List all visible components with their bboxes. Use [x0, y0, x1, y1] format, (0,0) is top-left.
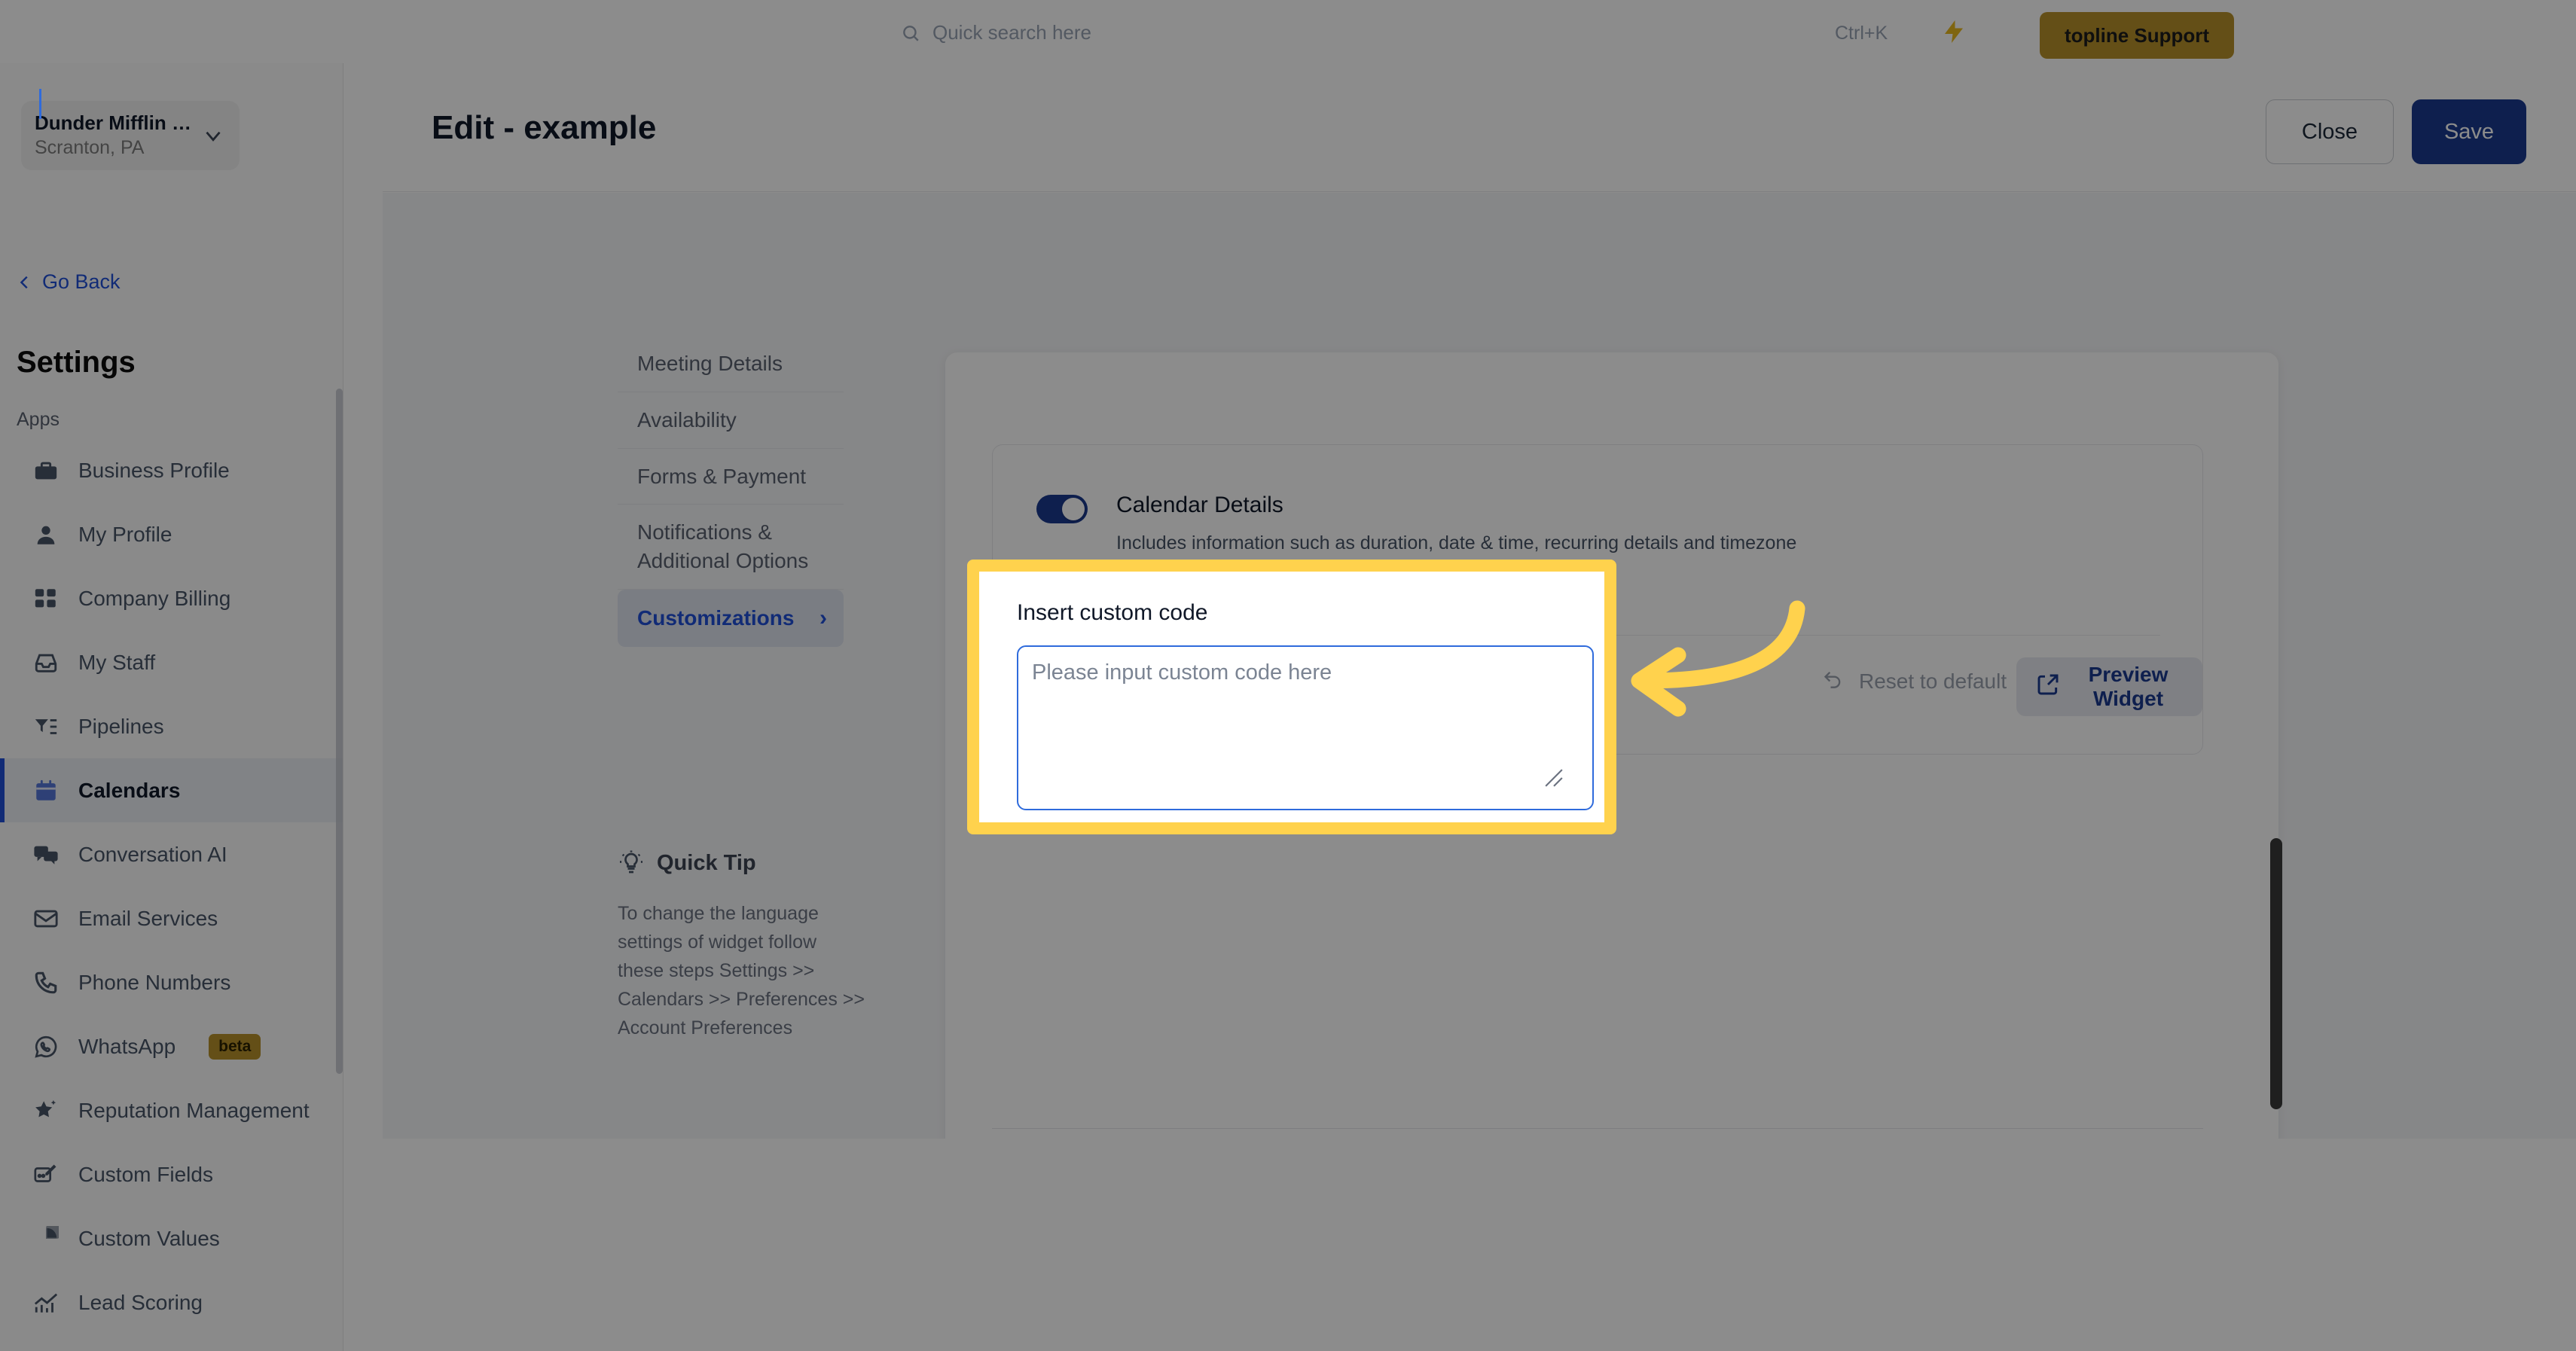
page-title: Settings — [17, 346, 136, 379]
chevron-down-icon — [200, 123, 226, 148]
sidebar-item-label: Custom Fields — [78, 1162, 213, 1186]
calendar-icon — [33, 778, 59, 804]
panel-scrollbar[interactable] — [2270, 838, 2282, 1109]
go-back-label: Go Back — [42, 270, 121, 293]
calendar-details-title: Calendar Details — [1116, 493, 1283, 517]
calendar-details-row: Calendar Details Includes information su… — [1036, 492, 1796, 556]
preview-label: Preview Widget — [2088, 663, 2169, 710]
sidebar-item-label: My Profile — [78, 522, 172, 546]
sidebar-item-label: Company Billing — [78, 586, 231, 610]
sidebar-item-business-profile[interactable]: Business Profile — [0, 438, 343, 502]
briefcase-icon — [33, 458, 59, 483]
top-app-bar: Quick search here Ctrl+K topline Support — [0, 0, 2576, 72]
org-name: Dunder Mifflin [D... — [35, 112, 197, 135]
custom-code-textarea[interactable] — [1017, 645, 1594, 810]
org-location: Scranton, PA — [35, 136, 145, 158]
sidebar-item-label: WhatsApp — [78, 1034, 176, 1058]
app-root: Quick search here Ctrl+K topline Support… — [0, 0, 2576, 1351]
tab-customizations[interactable]: Customizations › — [618, 589, 844, 648]
go-back-link[interactable]: Go Back — [17, 270, 121, 294]
sidebar-item-custom-fields[interactable]: Custom Fields — [0, 1142, 343, 1206]
sidebar-item-custom-values[interactable]: Custom Values — [0, 1206, 343, 1270]
sidebar-item-lead-scoring[interactable]: Lead Scoring — [0, 1270, 343, 1334]
inbox-icon — [33, 650, 59, 676]
sidebar-item-label: Business Profile — [78, 458, 230, 482]
sidebar-item-phone-numbers[interactable]: Phone Numbers — [0, 950, 343, 1014]
tab-meeting-details[interactable]: Meeting Details — [618, 336, 844, 392]
sidebar-nav-list: Business Profile My Profile Company Bill… — [0, 438, 343, 1351]
search-icon — [901, 23, 920, 43]
org-switcher[interactable]: Dunder Mifflin [D... Scranton, PA — [21, 101, 240, 170]
sidebar-item-label: Custom Values — [78, 1226, 220, 1250]
quick-tip-body: To change the language settings of widge… — [618, 903, 865, 1038]
search-shortcut-hint: Ctrl+K — [1835, 23, 1888, 44]
calendar-details-subtitle: Includes information such as duration, d… — [1116, 532, 1797, 554]
quick-tip-title: Quick Tip — [657, 850, 756, 875]
sidebar-item-label: Lead Scoring — [78, 1290, 203, 1314]
reset-to-default-button[interactable]: Reset to default — [1821, 668, 2007, 694]
sidebar-item-label: Pipelines — [78, 714, 164, 738]
sidebar-item-my-profile[interactable]: My Profile — [0, 502, 343, 566]
phone-icon — [33, 970, 59, 996]
org-switcher-text: Dunder Mifflin [D... Scranton, PA — [35, 112, 197, 159]
chart-line-icon — [33, 1290, 59, 1316]
tab-notifications-additional-options[interactable]: Notifications & Additional Options — [618, 505, 844, 590]
text-cursor-icon — [39, 89, 41, 119]
insert-custom-code-label: Insert custom code — [1017, 600, 1208, 625]
envelope-icon — [33, 906, 59, 932]
sidebar-scrollbar[interactable] — [336, 389, 343, 1074]
quick-tip-header: Quick Tip — [618, 849, 866, 877]
editor-tab-rail: Meeting Details Availability Forms & Pay… — [618, 336, 844, 648]
topline-support-button[interactable]: topline Support — [2040, 12, 2234, 59]
status-badge: beta — [209, 1033, 261, 1060]
chevron-right-icon: › — [819, 605, 827, 630]
sidebar-item-label: Phone Numbers — [78, 970, 231, 994]
calendar-details-text: Calendar Details Includes information su… — [1116, 492, 1796, 556]
external-link-icon — [2036, 672, 2060, 702]
edit-field-icon — [33, 1162, 59, 1188]
sidebar-item-label: Conversation AI — [78, 842, 227, 866]
insert-custom-code-highlight: Insert custom code — [967, 560, 1616, 834]
lightning-bolt-icon[interactable] — [1940, 17, 1967, 47]
editor-header: Edit - example Close Save — [383, 72, 2576, 192]
user-icon — [33, 522, 59, 547]
pie-chart-icon — [33, 1219, 66, 1252]
sidebar-item-calendars[interactable]: Calendars — [0, 758, 343, 822]
sidebar-item-label: Reputation Management — [78, 1098, 310, 1122]
tab-forms-payment[interactable]: Forms & Payment — [618, 449, 844, 505]
reset-label: Reset to default — [1859, 669, 2007, 693]
sidebar-item-label: My Staff — [78, 650, 156, 674]
whatsapp-icon — [33, 1034, 59, 1060]
tab-label: Customizations — [637, 606, 795, 630]
sidebar-item-reputation-management[interactable]: Reputation Management — [0, 1078, 343, 1142]
page-bottom-strip — [383, 1139, 2576, 1351]
close-button[interactable]: Close — [2266, 99, 2394, 164]
sidebar-item-pipelines[interactable]: Pipelines — [0, 694, 343, 758]
sidebar-item-company-billing[interactable]: Company Billing — [0, 566, 343, 630]
sidebar-item-domains[interactable]: Domains — [0, 1334, 343, 1351]
settings-sidebar: Dunder Mifflin [D... Scranton, PA Go Bac… — [0, 63, 343, 1351]
sidebar-item-email-services[interactable]: Email Services — [0, 886, 343, 950]
sidebar-item-label: Email Services — [78, 906, 218, 930]
calendar-details-toggle[interactable] — [1036, 495, 1088, 523]
filter-list-icon — [33, 714, 59, 740]
sidebar-group-label: Apps — [17, 409, 60, 430]
quick-tip: Quick Tip To change the language setting… — [618, 849, 866, 1042]
tab-availability[interactable]: Availability — [618, 392, 844, 449]
editor-title: Edit - example — [432, 109, 657, 146]
save-button[interactable]: Save — [2412, 99, 2526, 164]
divider — [992, 1128, 2203, 1129]
search-input[interactable]: Quick search here — [901, 21, 1091, 44]
chat-bubbles-icon — [33, 842, 59, 868]
sidebar-item-whatsapp[interactable]: WhatsApp beta — [0, 1014, 343, 1078]
search-placeholder-text: Quick search here — [932, 21, 1091, 44]
undo-arrow-icon — [1821, 668, 1845, 694]
sidebar-item-my-staff[interactable]: My Staff — [0, 630, 343, 694]
calculator-icon — [33, 586, 59, 611]
star-sparkle-icon — [33, 1098, 59, 1124]
lightbulb-icon — [618, 849, 645, 877]
sidebar-item-label: Calendars — [78, 778, 181, 802]
preview-widget-button[interactable]: Preview Widget — [2016, 657, 2202, 716]
sidebar-item-conversation-ai[interactable]: Conversation AI — [0, 822, 343, 886]
